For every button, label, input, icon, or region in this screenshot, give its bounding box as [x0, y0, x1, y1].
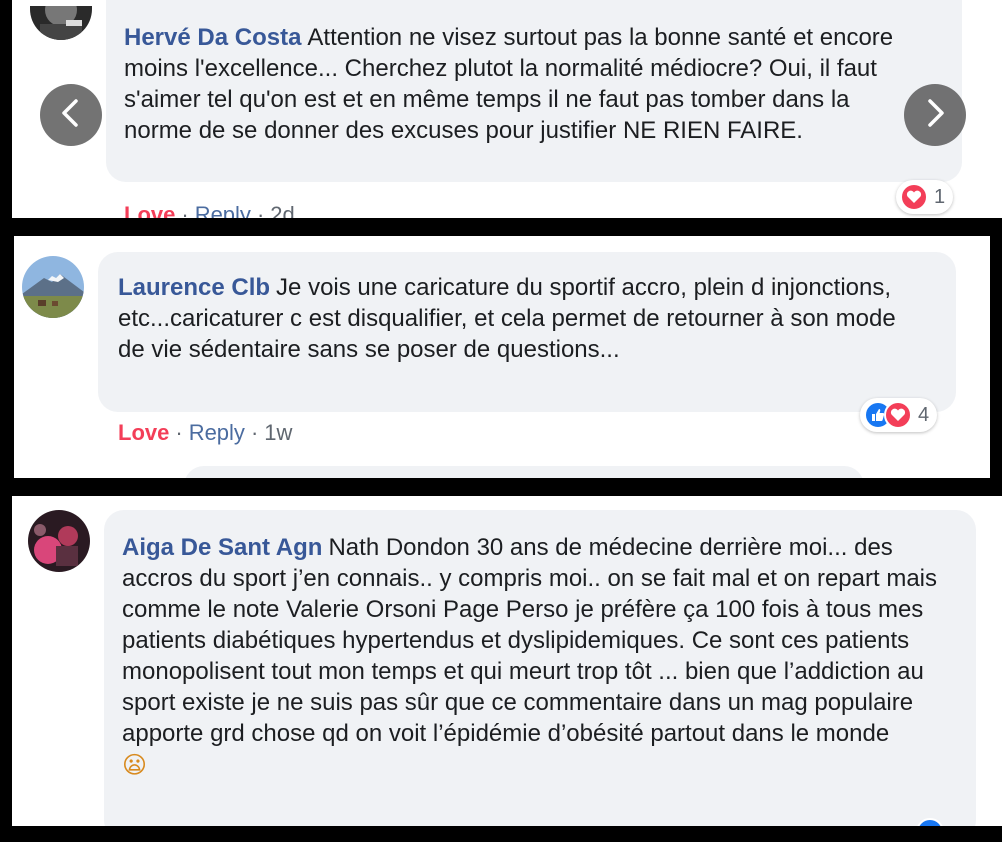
author-name[interactable]: Aiga De Sant Agn — [122, 534, 322, 561]
love-icon — [900, 183, 928, 211]
avatar[interactable] — [30, 6, 92, 40]
comment-panel-2: Laurence Clb Je vois une caricature du sp… — [14, 236, 990, 478]
comment-actions: Love · Reply · 1w — [118, 420, 292, 446]
reaction-count: 4 — [918, 403, 930, 426]
reaction-summary[interactable]: 4 — [860, 398, 938, 432]
timestamp[interactable]: 2d — [270, 202, 294, 218]
author-name[interactable]: Hervé Da Costa — [124, 24, 301, 51]
comment-bubble: Hervé Da Costa Attention ne visez surtout… — [106, 0, 962, 182]
timestamp[interactable]: 1w — [264, 420, 292, 445]
comment-bubble: Laurence Clb Je vois une caricature du sp… — [98, 252, 956, 412]
avatar[interactable] — [28, 510, 90, 572]
love-icon — [884, 401, 912, 429]
comment-text: Nath Dondon 30 ans de médecine derrière … — [122, 534, 938, 747]
separator: · — [175, 420, 183, 445]
reply-link[interactable]: Reply — [189, 420, 245, 445]
separator: · — [256, 202, 265, 218]
comment-panel-1: Hervé Da Costa Attention ne visez surtout… — [12, 0, 1002, 218]
separator: · — [250, 420, 259, 445]
reaction-count: 1 — [934, 185, 946, 208]
prev-button[interactable] — [40, 84, 102, 146]
reply-link[interactable]: Reply — [195, 202, 251, 218]
comment-actions: Love · Reply · 2d — [124, 202, 295, 218]
separator: · — [181, 202, 189, 218]
chevron-left-icon — [59, 98, 83, 133]
comment-bubble: Aiga De Sant Agn Nath Dondon 30 ans de mé… — [104, 510, 976, 826]
reaction-summary[interactable]: 1 — [896, 180, 954, 214]
love-link[interactable]: Love — [118, 420, 169, 445]
frowning-face-emoji: 😦 — [122, 751, 148, 779]
reply-bubble-partial — [184, 466, 864, 478]
comment-panel-3: Aiga De Sant Agn Nath Dondon 30 ans de mé… — [12, 496, 1002, 826]
chevron-right-icon — [923, 98, 947, 133]
love-link[interactable]: Love — [124, 202, 175, 218]
avatar[interactable] — [22, 256, 84, 318]
next-button[interactable] — [904, 84, 966, 146]
author-name[interactable]: Laurence Clb — [118, 274, 270, 301]
